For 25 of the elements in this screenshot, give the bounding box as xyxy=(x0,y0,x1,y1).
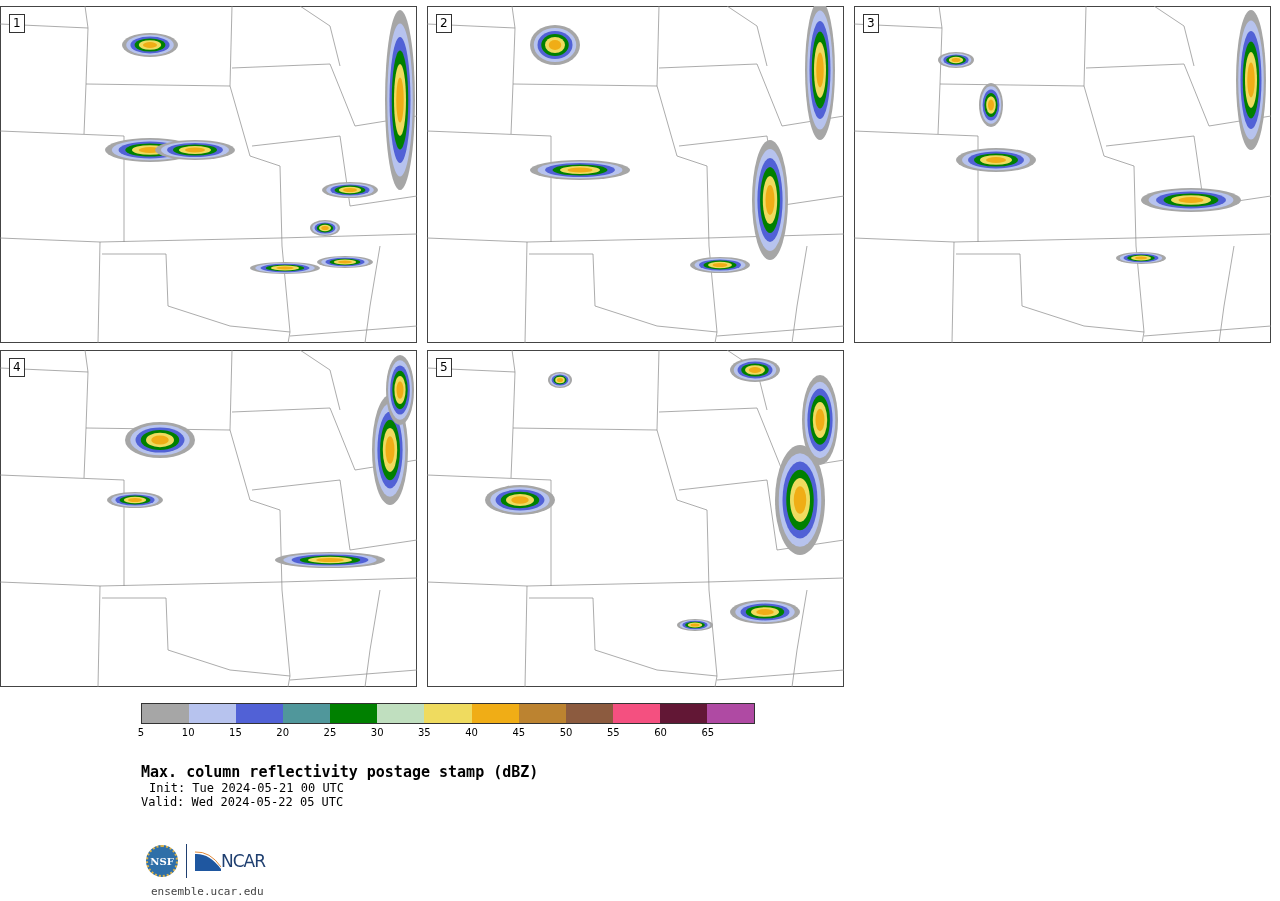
ncar-logo: NCAR xyxy=(221,851,266,871)
tick-label: 55 xyxy=(606,727,620,738)
panel-number: 2 xyxy=(436,14,452,33)
tick-label: 10 xyxy=(181,727,195,738)
tick-label: 65 xyxy=(701,727,715,738)
tick-label: 40 xyxy=(465,727,478,738)
panel-number: 1 xyxy=(9,14,25,33)
panel-number: 3 xyxy=(863,14,879,33)
tick-label: 5 xyxy=(137,727,145,738)
site-url: ensemble.ucar.edu xyxy=(151,885,265,898)
tick-label: 30 xyxy=(370,727,384,738)
tick-label: 45 xyxy=(512,727,526,738)
init-time: Init: Tue 2024-05-21 00 UTC xyxy=(148,781,346,795)
panel-number: 5 xyxy=(436,358,452,377)
swoosh-icon xyxy=(195,851,221,871)
tick-label: 25 xyxy=(323,727,337,738)
tick-label: 35 xyxy=(418,727,431,738)
valid-time: Valid: Wed 2024-05-22 05 UTC xyxy=(141,795,345,809)
tick-label: 60 xyxy=(654,727,667,738)
tick-label: 50 xyxy=(559,727,573,738)
tick-label: 20 xyxy=(276,727,290,738)
nsf-logo: NSF xyxy=(146,845,178,877)
tick-label: 15 xyxy=(229,727,242,738)
chart-title: Max. column reflectivity postage stamp (dBZ) xyxy=(141,764,540,781)
panel-number: 4 xyxy=(9,358,25,377)
